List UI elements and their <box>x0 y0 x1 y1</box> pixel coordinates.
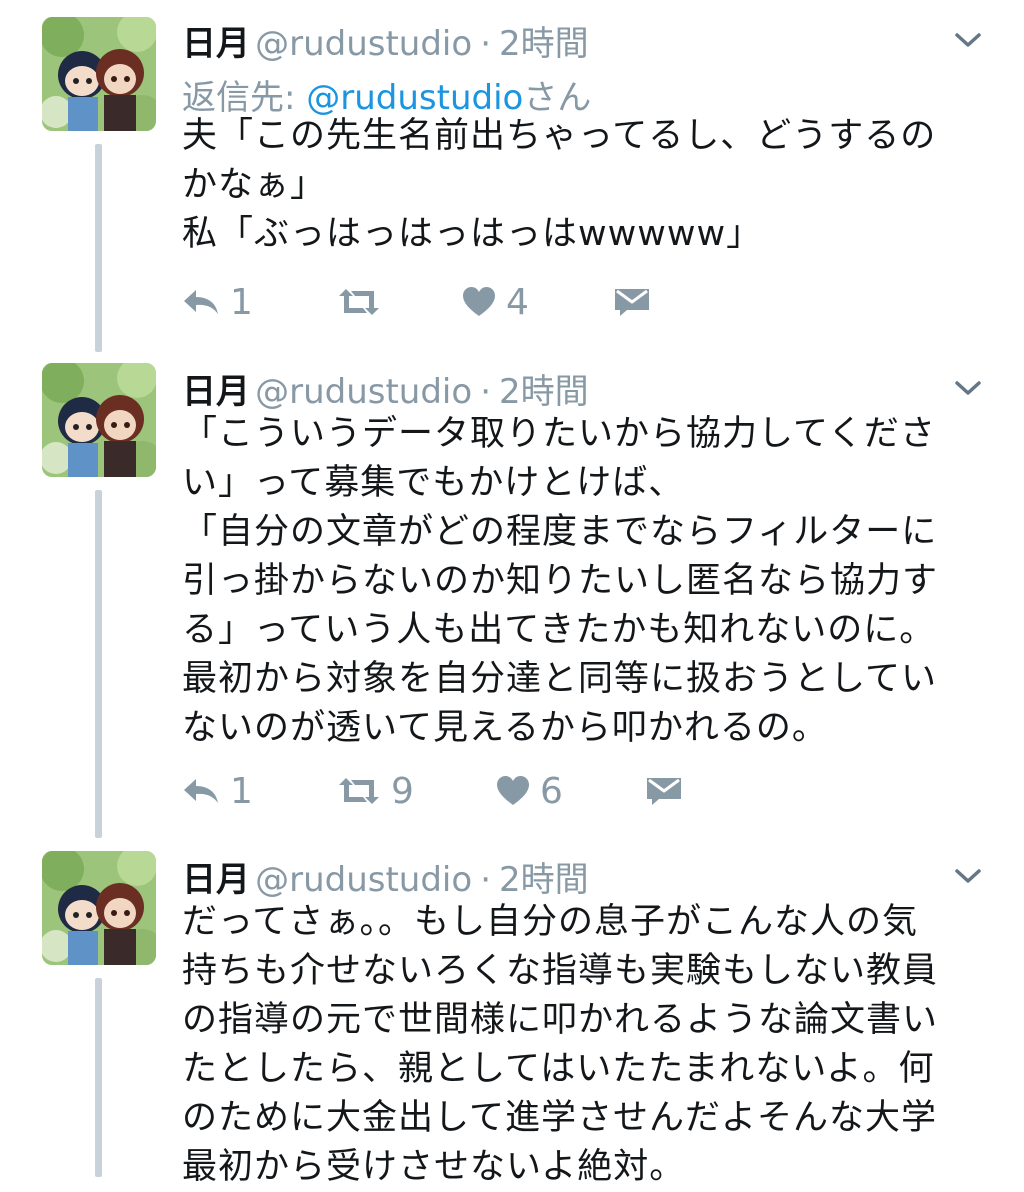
tweet-text-line: る」っていう人も出てきたかも知れないのに。 <box>182 610 936 650</box>
tweet-text-line: だってさぁ。。もし自分の息子がこんな人の気 <box>182 902 919 942</box>
tweet-text-line: 持ちも介せないろくな指導も実験もしない教員 <box>182 951 939 991</box>
tweet-text-line: の指導の元で世間様に叩かれるような論文書い <box>182 1000 939 1040</box>
chevron-down-icon[interactable] <box>952 28 984 52</box>
avatar-image <box>42 851 156 965</box>
direct-message-button[interactable] <box>614 282 650 322</box>
reply-icon <box>184 290 218 314</box>
retweet-button[interactable] <box>337 282 391 322</box>
avatar[interactable] <box>42 363 156 477</box>
avatar[interactable] <box>42 17 156 131</box>
timestamp[interactable]: 2時間 <box>499 24 589 64</box>
chevron-down-icon[interactable] <box>952 864 984 888</box>
tweet-text-line: かなぁ」 <box>182 165 327 205</box>
avatar[interactable] <box>42 851 156 965</box>
separator: · <box>480 24 491 64</box>
tweet-text-line: 最初から受けさせないよ絶対。 <box>182 1147 686 1187</box>
tweet-text-line: ないのが透いて見えるから叩かれるの。 <box>182 708 828 748</box>
like-button[interactable]: 4 <box>462 281 529 323</box>
separator: · <box>480 860 491 900</box>
tweet-text-line: のために大金出して進学させんだよそんな大学 <box>182 1098 937 1138</box>
reply-icon <box>184 779 218 803</box>
tweet-text-line: 引っ掛からないのか知りたいし匿名なら協力す <box>182 561 939 601</box>
tweet-text-line: 私「ぶっはっはっはっはwwwww」 <box>182 214 763 254</box>
avatar-image <box>42 17 156 131</box>
chevron-down-icon[interactable] <box>952 376 984 400</box>
retweet-count: 9 <box>391 770 414 812</box>
tweet-text-line: 「自分の文章がどの程度までならフィルターに <box>182 512 938 552</box>
timestamp[interactable]: 2時間 <box>499 372 589 412</box>
direct-message-button[interactable] <box>646 771 682 811</box>
tweet-header: 日月 @rudustudio · 2時間 <box>182 852 589 900</box>
handle[interactable]: @rudustudio <box>255 860 472 900</box>
envelope-icon <box>615 289 649 316</box>
handle[interactable]: @rudustudio <box>255 372 472 412</box>
thread-line <box>95 144 102 352</box>
tweet-header: 日月 @rudustudio · 2時間 <box>182 364 589 412</box>
tweet-text: 夫「この先生名前出ちゃってるし、どうするの かなぁ」 私「ぶっはっはっはっはww… <box>182 112 982 259</box>
reply-count: 1 <box>230 770 253 812</box>
retweet-button[interactable]: 9 <box>337 770 414 812</box>
handle[interactable]: @rudustudio <box>255 24 472 64</box>
timestamp[interactable]: 2時間 <box>499 860 589 900</box>
tweet-text: だってさぁ。。もし自分の息子がこんな人の気 持ちも介せないろくな指導も実験もしな… <box>182 898 982 1192</box>
heart-icon <box>497 776 529 805</box>
tweet-header: 日月 @rudustudio · 2時間 <box>182 16 589 64</box>
reply-count: 1 <box>230 281 253 323</box>
thread-line <box>95 978 102 1177</box>
tweet-text-line: い」って募集でもかけとけば、 <box>182 463 685 503</box>
tweet-text-line: 「こういうデータ取りたいから協力してくださ <box>182 414 936 454</box>
reply-button[interactable]: 1 <box>182 281 253 323</box>
like-button[interactable]: 6 <box>496 770 563 812</box>
thread-line <box>95 490 102 838</box>
display-name[interactable]: 日月 <box>182 372 250 412</box>
retweet-icon <box>339 778 379 804</box>
like-count: 6 <box>540 770 563 812</box>
like-count: 4 <box>506 281 529 323</box>
tweet-text-line: たとしたら、親としてはいたたまれないよ。何 <box>182 1049 935 1089</box>
tweet-text-line: 最初から対象を自分達と同等に扱おうとしてい <box>182 659 937 699</box>
avatar-image <box>42 363 156 477</box>
retweet-icon <box>339 289 379 315</box>
envelope-icon <box>647 778 681 805</box>
heart-icon <box>463 287 495 316</box>
tweet-text: 「こういうデータ取りたいから協力してくださ い」って募集でもかけとけば、 「自分… <box>182 410 982 753</box>
display-name[interactable]: 日月 <box>182 24 250 64</box>
reply-button[interactable]: 1 <box>182 770 253 812</box>
separator: · <box>480 372 491 412</box>
tweet-text-line: 夫「この先生名前出ちゃってるし、どうするの <box>182 116 937 156</box>
display-name[interactable]: 日月 <box>182 860 250 900</box>
